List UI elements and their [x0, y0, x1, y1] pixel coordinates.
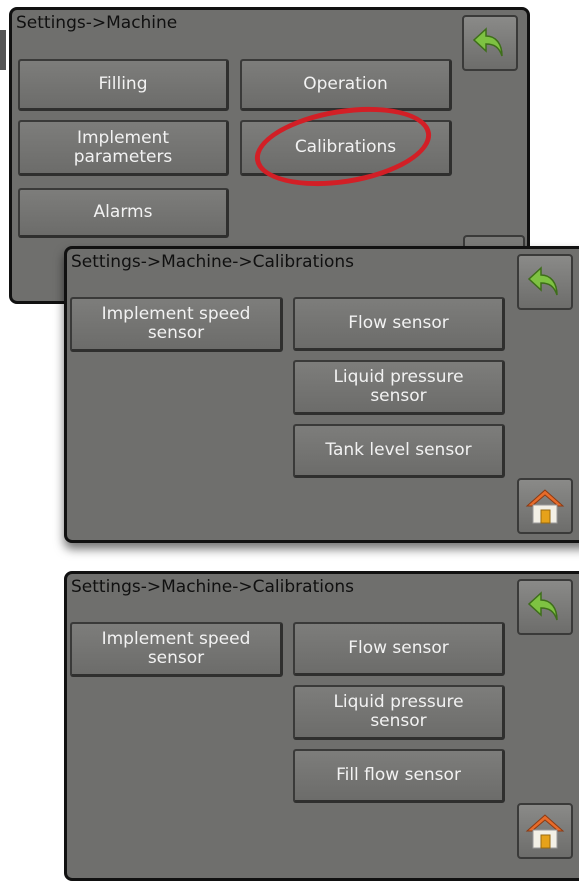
back-arrow-icon — [527, 266, 558, 296]
liquid-pressure-label-line1: Liquid pressure — [333, 367, 464, 387]
home-button[interactable] — [517, 478, 573, 534]
tank-level-sensor-button[interactable]: Tank level sensor — [293, 424, 505, 478]
filling-button[interactable]: Filling — [18, 59, 229, 111]
flow-sensor-button[interactable]: Flow sensor — [293, 297, 505, 351]
fill-flow-sensor-button[interactable]: Fill flow sensor — [293, 749, 505, 803]
page-title: Settings->Machine — [16, 13, 178, 33]
back-button[interactable] — [462, 15, 518, 71]
implement-speed-label-line2: sensor — [147, 323, 205, 343]
operation-button[interactable]: Operation — [240, 59, 452, 111]
implement-label-line2: parameters — [73, 146, 173, 167]
fill-flow-sensor-label: Fill flow sensor — [336, 765, 461, 785]
liquid-pressure-label-line1: Liquid pressure — [333, 692, 464, 712]
home-icon — [525, 489, 565, 524]
back-arrow-icon — [472, 27, 503, 57]
implement-label-line1: Implement — [76, 127, 169, 148]
implement-speed-label-line1: Implement speed — [101, 304, 251, 324]
implement-speed-label-line2: sensor — [147, 648, 205, 668]
calibrations-label: Calibrations — [294, 137, 397, 157]
tank-level-sensor-label: Tank level sensor — [325, 440, 472, 460]
implement-parameters-button[interactable]: Implement parameters — [18, 120, 229, 176]
implement-speed-label-line1: Implement speed — [101, 629, 251, 649]
calibrations-panel-tank: Settings->Machine->Calibrations Implemen… — [64, 246, 579, 543]
page-title: Settings->Machine->Calibrations — [71, 577, 354, 597]
home-icon — [525, 814, 565, 849]
liquid-pressure-label-line2: sensor — [370, 386, 427, 406]
liquid-pressure-sensor-button[interactable]: Liquid pressure sensor — [293, 685, 505, 740]
implement-speed-sensor-button[interactable]: Implement speed sensor — [70, 297, 283, 352]
calibrations-button[interactable]: Calibrations — [240, 120, 452, 176]
calibrations-panel-fill-flow: Settings->Machine->Calibrations Implemen… — [64, 571, 579, 881]
alarms-label: Alarms — [93, 202, 153, 222]
back-arrow-icon — [527, 591, 558, 621]
alarms-button[interactable]: Alarms — [18, 188, 229, 238]
flow-sensor-label: Flow sensor — [348, 313, 449, 333]
operation-label: Operation — [303, 74, 388, 94]
back-button[interactable] — [517, 579, 573, 635]
edge-fragment — [0, 30, 6, 70]
filling-label: Filling — [98, 74, 148, 94]
back-button[interactable] — [517, 254, 573, 310]
implement-speed-sensor-button[interactable]: Implement speed sensor — [70, 622, 283, 677]
home-button[interactable] — [517, 803, 573, 859]
page-title: Settings->Machine->Calibrations — [71, 252, 354, 272]
flow-sensor-button[interactable]: Flow sensor — [293, 622, 505, 676]
liquid-pressure-label-line2: sensor — [370, 711, 427, 731]
liquid-pressure-sensor-button[interactable]: Liquid pressure sensor — [293, 360, 505, 415]
flow-sensor-label: Flow sensor — [348, 638, 449, 658]
